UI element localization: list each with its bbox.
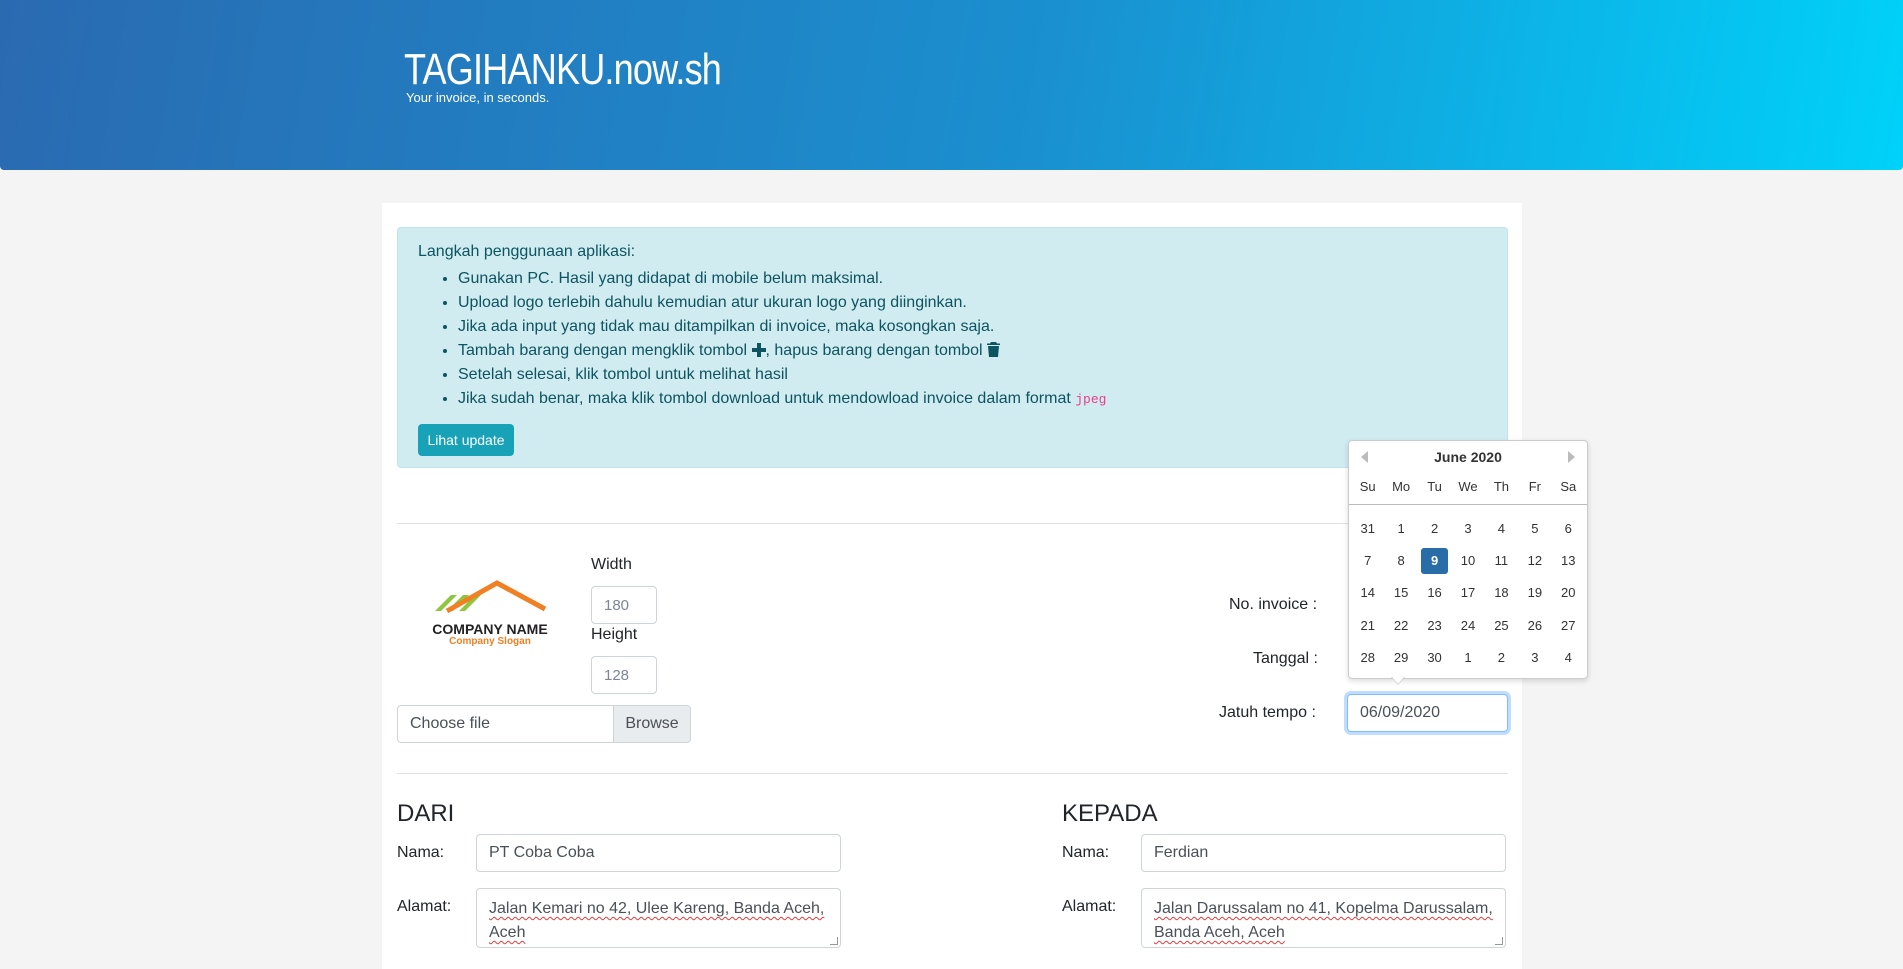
calendar-day[interactable]: 12 — [1521, 548, 1548, 574]
calendar-day[interactable]: 22 — [1387, 613, 1414, 639]
next-month-icon[interactable] — [1568, 451, 1575, 463]
update-button[interactable]: Lihat update — [418, 424, 514, 456]
calendar-day[interactable]: 11 — [1488, 548, 1515, 574]
calendar-day[interactable]: 30 — [1421, 645, 1448, 671]
weekday-header: Su Mo Tu We Th Fr Sa — [1349, 479, 1587, 505]
trash-icon — [987, 341, 1001, 365]
instructions-list: Gunakan PC. Hasil yang didapat di mobile… — [458, 267, 1106, 411]
list-item: Setelah selesai, klik tombol untuk melih… — [458, 363, 1106, 387]
datepicker: June 2020 Su Mo Tu We Th Fr Sa 31 1 2 3 4 5 6 7… — [1348, 440, 1588, 679]
calendar-day[interactable]: 8 — [1387, 548, 1414, 574]
logo-file-input[interactable]: Choose file Browse — [397, 705, 691, 743]
due-date-input[interactable]: 06/09/2020 — [1347, 694, 1508, 732]
datepicker-caret-inner — [1392, 677, 1404, 684]
list-item: Gunakan PC. Hasil yang didapat di mobile… — [458, 267, 1106, 291]
from-name-input[interactable]: PT Coba Coba — [476, 834, 841, 872]
list-item: Tambah barang dengan mengklik tombol , h… — [458, 339, 1106, 363]
calendar-day[interactable]: 25 — [1488, 613, 1515, 639]
calendar-day[interactable]: 27 — [1555, 613, 1582, 639]
address-text: Jalan Kemari no 42, Ulee Kareng, Banda A… — [489, 900, 825, 941]
calendar-day[interactable]: 17 — [1454, 580, 1481, 606]
browse-button[interactable]: Browse — [613, 706, 690, 742]
from-name-label: Nama: — [397, 844, 445, 861]
divider — [397, 523, 1508, 524]
weekday: Mo — [1392, 479, 1411, 494]
resize-handle[interactable] — [1495, 937, 1503, 945]
divider — [397, 773, 1508, 774]
calendar-day[interactable]: 9 — [1420, 548, 1449, 575]
weekday: Sa — [1560, 479, 1577, 494]
calendar-day[interactable]: 4 — [1488, 516, 1515, 542]
alert-intro: Langkah penggunaan aplikasi: — [418, 243, 636, 260]
to-name-label: Nama: — [1062, 844, 1110, 861]
from-address-textarea[interactable]: Jalan Kemari no 42, Ulee Kareng, Banda A… — [476, 888, 841, 948]
calendar-day[interactable]: 2 — [1488, 645, 1515, 671]
calendar-day[interactable]: 2 — [1421, 516, 1448, 542]
brand: TAGIHANKU.now.sh Your invoice, in second… — [404, 44, 791, 105]
invoice-date-label: Tanggal : — [1253, 650, 1318, 667]
plus-icon — [751, 341, 766, 365]
calendar-day[interactable]: 7 — [1354, 548, 1381, 574]
due-date-label: Jatuh tempo : — [1219, 704, 1316, 721]
list-item-text: , hapus barang dengan tombol — [765, 342, 988, 359]
height-label: Height — [591, 626, 638, 643]
calendar-day[interactable]: 5 — [1521, 516, 1548, 542]
app-header: TAGIHANKU.now.sh Your invoice, in second… — [0, 0, 1903, 170]
list-item: Jika ada input yang tidak mau ditampilka… — [458, 315, 1106, 339]
weekday: Th — [1493, 479, 1509, 494]
list-item-text: Jika sudah benar, maka klik tombol downl… — [458, 390, 1076, 407]
to-address-textarea[interactable]: Jalan Darussalam no 41, Kopelma Darussal… — [1141, 888, 1506, 948]
calendar-day[interactable]: 6 — [1555, 516, 1582, 542]
weekday: We — [1458, 479, 1478, 494]
to-heading: KEPADA — [1062, 800, 1158, 827]
calendar-day[interactable]: 24 — [1454, 613, 1481, 639]
calendar-day[interactable]: 15 — [1387, 580, 1414, 606]
format-code: jpeg — [1075, 392, 1107, 407]
calendar-day[interactable]: 18 — [1488, 580, 1515, 606]
calendar-day[interactable]: 3 — [1454, 516, 1481, 542]
weekday: Tu — [1427, 479, 1442, 494]
list-item: Upload logo terlebih dahulu kemudian atu… — [458, 291, 1106, 315]
calendar-day[interactable]: 20 — [1555, 580, 1582, 606]
logo-width-input[interactable]: 180 — [591, 586, 657, 624]
datepicker-month[interactable]: June 2020 — [1349, 449, 1587, 465]
invoice-number-label: No. invoice : — [1229, 596, 1318, 613]
logo-slogan: Company Slogan — [449, 636, 531, 647]
to-address-label: Alamat: — [1062, 898, 1117, 915]
list-item-text: Tambah barang dengan mengklik tombol — [458, 342, 752, 359]
calendar-day[interactable]: 29 — [1387, 645, 1414, 671]
calendar-day[interactable]: 1 — [1454, 645, 1481, 671]
calendar-day[interactable]: 4 — [1555, 645, 1582, 671]
logo-roof-icon — [435, 580, 547, 614]
calendar-day[interactable]: 14 — [1354, 580, 1381, 606]
calendar-day[interactable]: 21 — [1354, 613, 1381, 639]
width-label: Width — [591, 556, 632, 573]
list-item: Jika sudah benar, maka klik tombol downl… — [458, 387, 1106, 411]
from-heading: DARI — [397, 800, 455, 827]
calendar-day[interactable]: 10 — [1454, 548, 1481, 574]
from-address-label: Alamat: — [397, 898, 452, 915]
weekday: Fr — [1528, 479, 1541, 494]
calendar-day[interactable]: 13 — [1555, 548, 1582, 574]
address-text: Jalan Darussalam no 41, Kopelma Darussal… — [1154, 900, 1493, 941]
weekday: Su — [1359, 479, 1376, 494]
calendar-day[interactable]: 3 — [1521, 645, 1548, 671]
calendar-day[interactable]: 23 — [1421, 613, 1448, 639]
calendar-day[interactable]: 28 — [1354, 645, 1381, 671]
instructions-alert: Langkah penggunaan aplikasi: Gunakan PC.… — [397, 227, 1508, 468]
file-placeholder: Choose file — [410, 715, 491, 732]
calendar-day[interactable]: 1 — [1387, 516, 1414, 542]
calendar-day[interactable]: 19 — [1521, 580, 1548, 606]
logo-height-input[interactable]: 128 — [591, 656, 657, 694]
company-logo: COMPANY NAME Company Slogan — [415, 575, 565, 655]
brand-title[interactable]: TAGIHANKU.now.sh — [404, 44, 722, 96]
to-name-input[interactable]: Ferdian — [1141, 834, 1506, 872]
logo-company-name: COMPANY NAME — [432, 621, 548, 637]
calendar-day[interactable]: 31 — [1354, 516, 1381, 542]
day-grid: 31 1 2 3 4 5 6 7 8 9 10 11 12 13 14 15 16 17 18 19 20 21 22 23 2… — [1349, 513, 1587, 674]
calendar-day[interactable]: 26 — [1521, 613, 1548, 639]
resize-handle[interactable] — [830, 937, 838, 945]
calendar-day[interactable]: 16 — [1421, 580, 1448, 606]
